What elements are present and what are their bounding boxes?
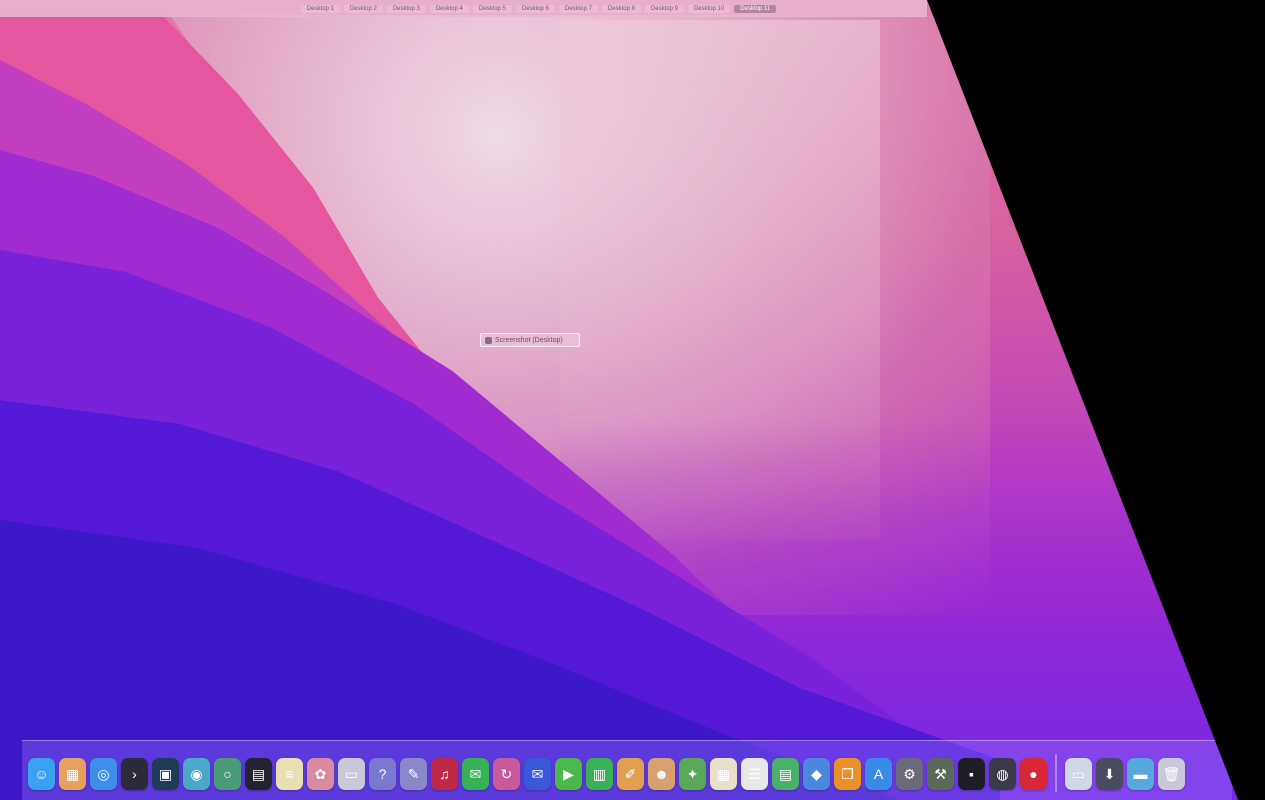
window-title-text: Screenshot (Desktop) (495, 336, 563, 344)
books-icon[interactable]: ❐ (834, 758, 861, 790)
contacts-icon[interactable]: ☻ (648, 758, 675, 790)
messages-icon[interactable]: ✉ (462, 758, 489, 790)
dock-separator (1055, 754, 1057, 792)
mail-icon[interactable]: ✉ (524, 758, 551, 790)
wallpaper (0, 0, 1238, 800)
space-thumbnail-7[interactable]: Desktop 7 (558, 4, 598, 13)
trash-icon[interactable]: 🗑 (1158, 758, 1185, 790)
music-icon[interactable]: ♫ (431, 758, 458, 790)
desktop-screen: Desktop 1 Desktop 2 Desktop 3 Desktop 4 Desk… (0, 0, 1238, 800)
downloads-icon[interactable]: ⬇ (1096, 758, 1123, 790)
help-icon[interactable]: ? (369, 758, 396, 790)
notes-icon[interactable]: ≡ (276, 758, 303, 790)
space-thumbnail-8[interactable]: Desktop 8 (601, 4, 641, 13)
calendar-icon[interactable]: ▦ (710, 758, 737, 790)
window-app-icon (485, 336, 492, 344)
numbers-icon[interactable]: ▥ (586, 758, 613, 790)
terminal-icon[interactable]: › (121, 758, 148, 790)
space-thumbnail-11[interactable]: Desktop 11 (734, 4, 777, 13)
space-thumbnail-3[interactable]: Desktop 3 (386, 4, 426, 13)
space-thumbnail-5[interactable]: Desktop 5 (472, 4, 512, 13)
activity-icon[interactable]: ▤ (245, 758, 272, 790)
appstore-icon[interactable]: A (865, 758, 892, 790)
space-thumbnail-9[interactable]: Desktop 9 (644, 4, 684, 13)
maps-icon[interactable]: ✦ (679, 758, 706, 790)
console-icon[interactable]: ▪ (958, 758, 985, 790)
chrome-icon[interactable]: ◉ (183, 758, 210, 790)
keynote-icon[interactable]: ◆ (803, 758, 830, 790)
space-thumbnail-6[interactable]: Desktop 6 (515, 4, 555, 13)
sync-icon[interactable]: ↻ (493, 758, 520, 790)
facetime-icon[interactable]: ▶ (555, 758, 582, 790)
folder-icon[interactable]: ▬ (1127, 758, 1154, 790)
safari-icon[interactable]: ◎ (90, 758, 117, 790)
dock: ☺ ▦ ◎ › ▣ ◉ ○ ▤ ≡ ✿ ▭? ✎ ♫ ✉ ↻ ✉ ▶ ▥ ✐ ☻ ✦ ▦ ☰ ▤ ◆ ❐ A ⚙ ⚒ ▪ ◍ ● ▭ ⬇ ▬ 🗑 (22, 740, 1232, 800)
finder-icon[interactable]: ☺ (28, 758, 55, 790)
space-thumbnail-2[interactable]: Desktop 2 (343, 4, 383, 13)
photos-icon[interactable]: ✿ (307, 758, 334, 790)
reminders-icon[interactable]: ☰ (741, 758, 768, 790)
preview-icon[interactable]: ▭ (338, 758, 365, 790)
space-thumbnail-1[interactable]: Desktop 1 (300, 4, 340, 13)
files-icon[interactable]: ▭ (1065, 758, 1092, 790)
window-title-label[interactable]: Screenshot (Desktop) (480, 333, 580, 347)
spreadsheet-icon[interactable]: ▤ (772, 758, 799, 790)
space-thumbnail-4[interactable]: Desktop 4 (429, 4, 469, 13)
settings-icon[interactable]: ⚙ (896, 758, 923, 790)
space-thumbnail-10[interactable]: Desktop 10 (687, 4, 731, 13)
utilities-icon[interactable]: ⚒ (927, 758, 954, 790)
recorder-icon[interactable]: ● (1020, 758, 1047, 790)
pen-icon[interactable]: ✎ (400, 758, 427, 790)
launchpad-icon[interactable]: ▦ (59, 758, 86, 790)
ring-icon[interactable]: ○ (214, 758, 241, 790)
pages-icon[interactable]: ✐ (617, 758, 644, 790)
mission-control-spaces-bar: Desktop 1 Desktop 2 Desktop 3 Desktop 4 Desk… (0, 0, 927, 17)
disk-icon[interactable]: ◍ (989, 758, 1016, 790)
monitor-icon[interactable]: ▣ (152, 758, 179, 790)
